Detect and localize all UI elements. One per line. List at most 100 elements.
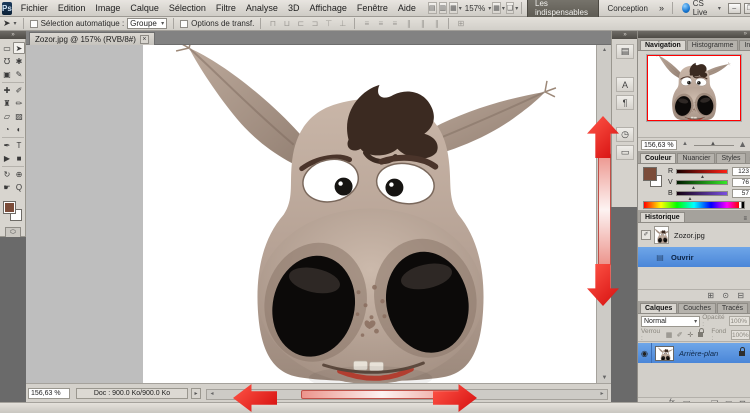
eyedropper-tool[interactable]: ✎ (13, 68, 25, 80)
quick-selection-tool[interactable]: ✱ (13, 55, 25, 67)
zoom-slider-thumb[interactable]: ▲ (710, 141, 716, 147)
menu-filtre[interactable]: Filtre (211, 1, 241, 15)
paragraph-panel-icon[interactable]: ¶ (616, 95, 634, 110)
menu-image[interactable]: Image (90, 1, 125, 15)
history-step-row[interactable]: ▤ Ouvrir (638, 247, 750, 267)
menu-fenetre[interactable]: Fenêtre (352, 1, 393, 15)
fill-field[interactable]: 100% (731, 330, 750, 340)
path-selection-tool[interactable]: ▶ (1, 152, 13, 164)
healing-brush-tool[interactable]: ✚ (1, 84, 13, 96)
document-tab[interactable]: Zozor.jpg @ 157% (RVB/8#) × (29, 32, 155, 45)
cs-live-button[interactable]: CS Live ▾ (678, 0, 725, 17)
distribute-top-icon[interactable]: ≡ (361, 19, 372, 28)
blue-slider[interactable]: ▲ (676, 191, 728, 196)
align-center-v-icon[interactable]: ⊥ (337, 19, 348, 28)
navigator-zoom-field[interactable]: 156,63 % (641, 140, 677, 150)
tab-histogramme[interactable]: Histogramme (687, 40, 739, 50)
dodge-tool[interactable]: ◐ (13, 123, 25, 135)
new-document-from-state-icon[interactable]: ⊞ (707, 291, 714, 300)
menu-aide[interactable]: Aide (393, 1, 421, 15)
screen-mode-button[interactable]: ❑ (506, 2, 514, 14)
menu-fichier[interactable]: Fichier (16, 1, 53, 15)
layer-thumbnail[interactable] (655, 346, 674, 361)
distribute-right-icon[interactable]: ∥ (431, 19, 442, 28)
expand-dock-button[interactable]: » (612, 31, 638, 39)
menu-selection[interactable]: Sélection (164, 1, 211, 15)
distribute-center-icon[interactable]: ∥ (417, 19, 428, 28)
layer-row-background[interactable]: ◉ Arrière-plan (638, 343, 750, 363)
3d-orbit-tool[interactable]: ⊕ (13, 168, 25, 180)
status-zoom-field[interactable]: 156,63 % (28, 388, 70, 399)
vertical-scrollbar[interactable]: ▴ ▼ (596, 45, 611, 383)
green-slider[interactable]: ▲ (676, 180, 728, 185)
menu-calque[interactable]: Calque (125, 1, 164, 15)
clone-stamp-tool[interactable]: ♜ (1, 97, 13, 109)
navigator-proxy-view[interactable] (647, 55, 741, 121)
auto-select-dropdown[interactable]: Groupe ▾ (127, 18, 167, 29)
lasso-tool[interactable]: ℧ (1, 55, 13, 67)
mini-bridge-panel-icon[interactable]: ▤ (616, 44, 634, 59)
menu-analyse[interactable]: Analyse (241, 1, 283, 15)
gradient-tool[interactable]: ▨ (13, 110, 25, 122)
blend-mode-dropdown[interactable]: Normal ▾ (641, 316, 700, 327)
app-zoom-level[interactable]: 157% (462, 3, 488, 14)
tab-traces[interactable]: Tracés (717, 303, 748, 313)
scroll-right-icon[interactable]: ▸ (597, 390, 607, 399)
shape-tool[interactable]: ■ (13, 152, 25, 164)
delete-state-icon[interactable]: ⊟ (737, 291, 744, 300)
tab-calques[interactable]: Calques (640, 303, 677, 313)
3d-rotate-tool[interactable]: ↻ (1, 168, 13, 180)
menu-3d[interactable]: 3D (283, 1, 305, 15)
pen-tool[interactable]: ✒ (1, 139, 13, 151)
zoom-tool[interactable]: Q (13, 181, 25, 193)
foreground-color-swatch[interactable] (3, 201, 16, 214)
red-value-field[interactable]: 123 (732, 167, 750, 176)
auto-select-checkbox[interactable] (30, 20, 38, 28)
panel-menu-icon[interactable]: ≡ (747, 157, 750, 163)
tab-historique[interactable]: Historique (640, 212, 685, 222)
align-top-icon[interactable]: ⊓ (267, 19, 278, 28)
brush-tool[interactable]: ✐ (13, 84, 25, 96)
zoom-out-icon[interactable]: ▲ (682, 141, 688, 147)
new-snapshot-icon[interactable]: ⊙ (722, 291, 729, 300)
panel-menu-icon[interactable]: ≡ (740, 216, 750, 222)
menu-affichage[interactable]: Affichage (304, 1, 351, 15)
blur-tool[interactable]: ◔ (1, 123, 13, 135)
transform-controls-checkbox[interactable] (180, 20, 188, 28)
lock-all-icon[interactable] (698, 332, 704, 337)
vertical-scrollbar-thumb[interactable] (598, 153, 611, 266)
tab-informations[interactable]: Informations (739, 40, 750, 50)
navigator-zoom-slider[interactable]: ▲ (694, 145, 734, 146)
align-center-h-icon[interactable]: ⊤ (323, 19, 334, 28)
eraser-tool[interactable]: ▱ (1, 110, 13, 122)
lock-transparency-icon[interactable]: ▦ (665, 331, 674, 339)
lock-pixels-icon[interactable]: ✐ (675, 331, 684, 339)
distribute-bottom-icon[interactable]: ≡ (389, 19, 400, 28)
workspace-design-button[interactable]: Conception (601, 2, 653, 15)
menu-edition[interactable]: Edition (53, 1, 91, 15)
type-tool[interactable]: T (13, 139, 25, 151)
status-popup-icon[interactable]: ▸ (191, 388, 201, 399)
distribute-middle-icon[interactable]: ≡ (375, 19, 386, 28)
history-snapshot-row[interactable]: ✐ Zozor.jpg (638, 225, 750, 245)
align-left-icon[interactable]: ⊏ (295, 19, 306, 28)
rectangular-marquee-tool[interactable]: ▭ (1, 42, 13, 54)
view-extras-button[interactable]: ▦ (449, 2, 458, 14)
tab-couches[interactable]: Couches (678, 303, 716, 313)
foreground-color-well[interactable] (643, 167, 657, 181)
hand-tool[interactable]: ☛ (1, 181, 13, 193)
align-right-icon[interactable]: ⊐ (309, 19, 320, 28)
scroll-down-icon[interactable]: ▼ (598, 373, 611, 383)
auto-align-layers-icon[interactable]: ⊞ (455, 19, 466, 28)
history-brush-tool[interactable]: ✏ (13, 97, 25, 109)
character-panel-icon[interactable]: A (616, 77, 634, 92)
scroll-up-icon[interactable]: ▴ (598, 45, 611, 55)
arrange-documents-button[interactable]: ▦ (492, 2, 501, 14)
mini-bridge-button[interactable]: ▥ (439, 2, 448, 14)
align-bottom-icon[interactable]: ⊔ (281, 19, 292, 28)
document-canvas[interactable] (143, 45, 596, 383)
history-source-well[interactable]: ✐ (641, 230, 651, 240)
restore-button[interactable]: ❐ (744, 3, 750, 14)
tab-couleur[interactable]: Couleur (640, 153, 676, 163)
workspace-overflow-button[interactable]: » (656, 3, 667, 13)
